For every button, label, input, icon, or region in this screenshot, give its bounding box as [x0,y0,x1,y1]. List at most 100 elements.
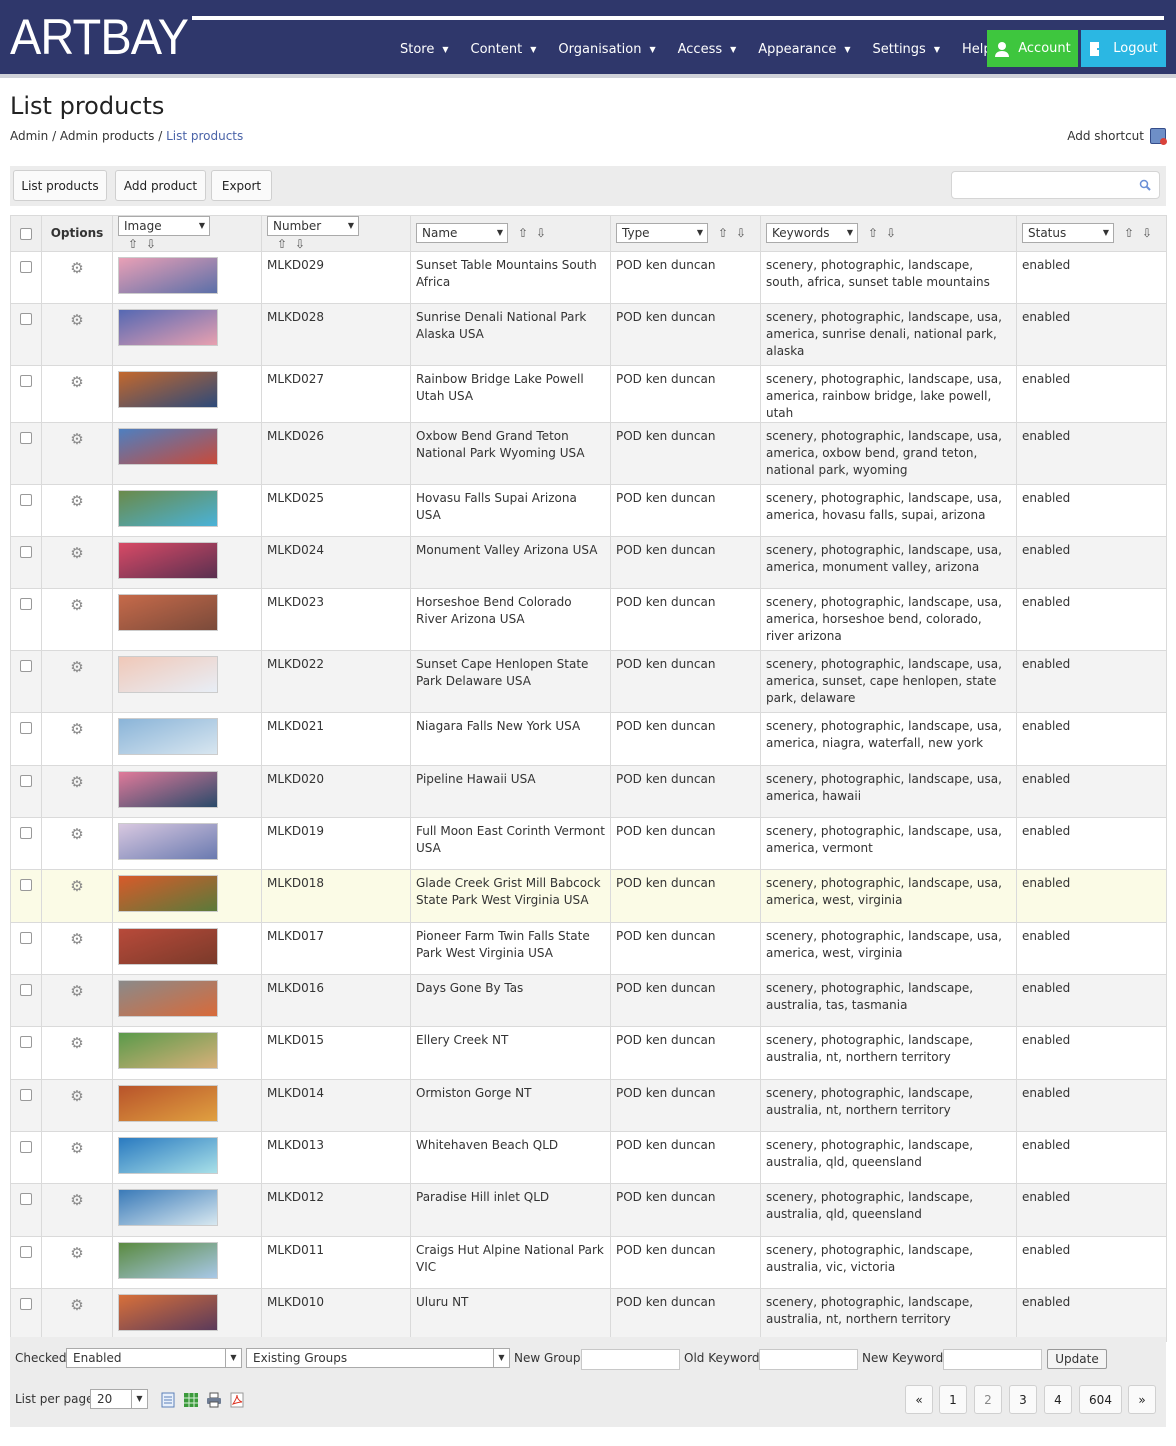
row-checkbox[interactable] [20,983,32,996]
product-thumbnail[interactable] [118,822,218,860]
gear-icon[interactable]: ⚙ [69,826,85,842]
product-name[interactable]: Sunset Table Mountains South Africa [410,250,611,304]
product-thumbnail[interactable] [118,1293,218,1331]
sort-arrows-icon[interactable]: ⇧⇩ [518,226,554,240]
gear-icon[interactable]: ⚙ [69,597,85,613]
gear-icon[interactable]: ⚙ [69,878,85,894]
breadcrumb-admin[interactable]: Admin [10,129,48,143]
type-filter-select[interactable]: Type [616,223,708,244]
nav-settings[interactable]: Settings ▼ [873,38,940,62]
product-thumbnail[interactable] [118,770,218,808]
product-name[interactable]: Uluru NT [410,1287,611,1342]
row-checkbox[interactable] [20,878,32,891]
product-name[interactable]: Niagara Falls New York USA [410,711,611,766]
product-thumbnail[interactable] [118,370,218,408]
product-thumbnail[interactable] [118,1188,218,1226]
gear-icon[interactable]: ⚙ [69,659,85,675]
nav-appearance[interactable]: Appearance ▼ [758,38,850,62]
row-checkbox[interactable] [20,659,32,672]
select-all-checkbox[interactable] [20,227,32,240]
product-name[interactable]: Whitehaven Beach QLD [410,1130,611,1184]
logo[interactable]: ARTBAY [10,6,189,66]
new-group-input[interactable] [581,1349,680,1370]
product-name[interactable]: Sunrise Denali National Park Alaska USA [410,302,611,366]
checked-action-select[interactable]: Enabled ▼ [66,1348,242,1368]
row-checkbox[interactable] [20,826,32,839]
new-keyword-input[interactable] [943,1349,1042,1370]
product-name[interactable]: Horseshoe Bend Colorado River Arizona US… [410,587,611,651]
name-filter-select[interactable]: Name [416,223,508,244]
row-checkbox[interactable] [20,312,32,325]
gear-icon[interactable]: ⚙ [69,431,85,447]
row-checkbox[interactable] [20,774,32,787]
product-name[interactable]: Paradise Hill inlet QLD [410,1182,611,1237]
pagination-page-1[interactable]: 1 [939,1385,967,1414]
product-name[interactable]: Ellery Creek NT [410,1025,611,1080]
row-checkbox[interactable] [20,1035,32,1048]
list-products-button[interactable]: List products [13,170,107,201]
product-name[interactable]: Days Gone By Tas [410,973,611,1027]
status-filter-select[interactable]: Status [1022,223,1114,244]
csv-export-icon[interactable] [160,1392,176,1408]
excel-export-icon[interactable] [183,1392,199,1408]
row-checkbox[interactable] [20,1140,32,1153]
row-checkbox[interactable] [20,1088,32,1101]
gear-icon[interactable]: ⚙ [69,374,85,390]
image-filter-select[interactable]: Image [118,216,210,236]
product-name[interactable]: Pipeline Hawaii USA [410,764,611,818]
gear-icon[interactable]: ⚙ [69,1192,85,1208]
row-checkbox[interactable] [20,597,32,610]
row-checkbox[interactable] [20,721,32,734]
row-checkbox[interactable] [20,545,32,558]
product-name[interactable]: Monument Valley Arizona USA [410,535,611,589]
product-name[interactable]: Full Moon East Corinth Vermont USA [410,816,611,870]
gear-icon[interactable]: ⚙ [69,493,85,509]
product-thumbnail[interactable] [118,1241,218,1279]
sort-arrows-icon[interactable]: ⇧⇩ [277,237,313,251]
number-filter-select[interactable]: Number [267,216,359,236]
gear-icon[interactable]: ⚙ [69,774,85,790]
gear-icon[interactable]: ⚙ [69,312,85,328]
gear-icon[interactable]: ⚙ [69,260,85,276]
row-checkbox[interactable] [20,1297,32,1310]
row-checkbox[interactable] [20,260,32,273]
product-thumbnail[interactable] [118,1031,218,1069]
product-thumbnail[interactable] [118,655,218,693]
row-checkbox[interactable] [20,1192,32,1205]
add-shortcut[interactable]: Add shortcut [1067,128,1167,145]
product-thumbnail[interactable] [118,256,218,294]
product-thumbnail[interactable] [118,308,218,346]
export-button[interactable]: Export [211,170,272,201]
search-input[interactable] [951,171,1160,199]
gear-icon[interactable]: ⚙ [69,931,85,947]
product-thumbnail[interactable] [118,874,218,912]
keywords-filter-select[interactable]: Keywords [766,223,858,244]
row-checkbox[interactable] [20,931,32,944]
row-checkbox[interactable] [20,374,32,387]
sort-arrows-icon[interactable]: ⇧⇩ [1124,226,1160,240]
gear-icon[interactable]: ⚙ [69,1245,85,1261]
product-thumbnail[interactable] [118,1084,218,1122]
sort-arrows-icon[interactable]: ⇧⇩ [128,237,164,251]
product-thumbnail[interactable] [118,593,218,631]
gear-icon[interactable]: ⚙ [69,545,85,561]
pagination-prev[interactable]: « [905,1385,933,1414]
product-name[interactable]: Pioneer Farm Twin Falls State Park West … [410,921,611,975]
product-name[interactable]: Sunset Cape Henlopen State Park Delaware… [410,649,611,713]
update-button[interactable]: Update [1047,1349,1107,1369]
groups-select[interactable]: Existing Groups ▼ [246,1348,510,1368]
pagination-page-4[interactable]: 4 [1044,1385,1072,1414]
gear-icon[interactable]: ⚙ [69,1140,85,1156]
product-thumbnail[interactable] [118,489,218,527]
nav-store[interactable]: Store ▼ [400,38,449,62]
pdf-export-icon[interactable] [229,1392,245,1408]
product-name[interactable]: Hovasu Falls Supai Arizona USA [410,483,611,537]
product-thumbnail[interactable] [118,541,218,579]
row-checkbox[interactable] [20,1245,32,1258]
breadcrumb-admin-products[interactable]: Admin products [60,129,154,143]
pagination-next[interactable]: » [1128,1385,1156,1414]
product-name[interactable]: Glade Creek Grist Mill Babcock State Par… [410,868,611,923]
nav-access[interactable]: Access ▼ [678,38,737,62]
row-checkbox[interactable] [20,493,32,506]
product-name[interactable]: Craigs Hut Alpine National Park VIC [410,1235,611,1289]
